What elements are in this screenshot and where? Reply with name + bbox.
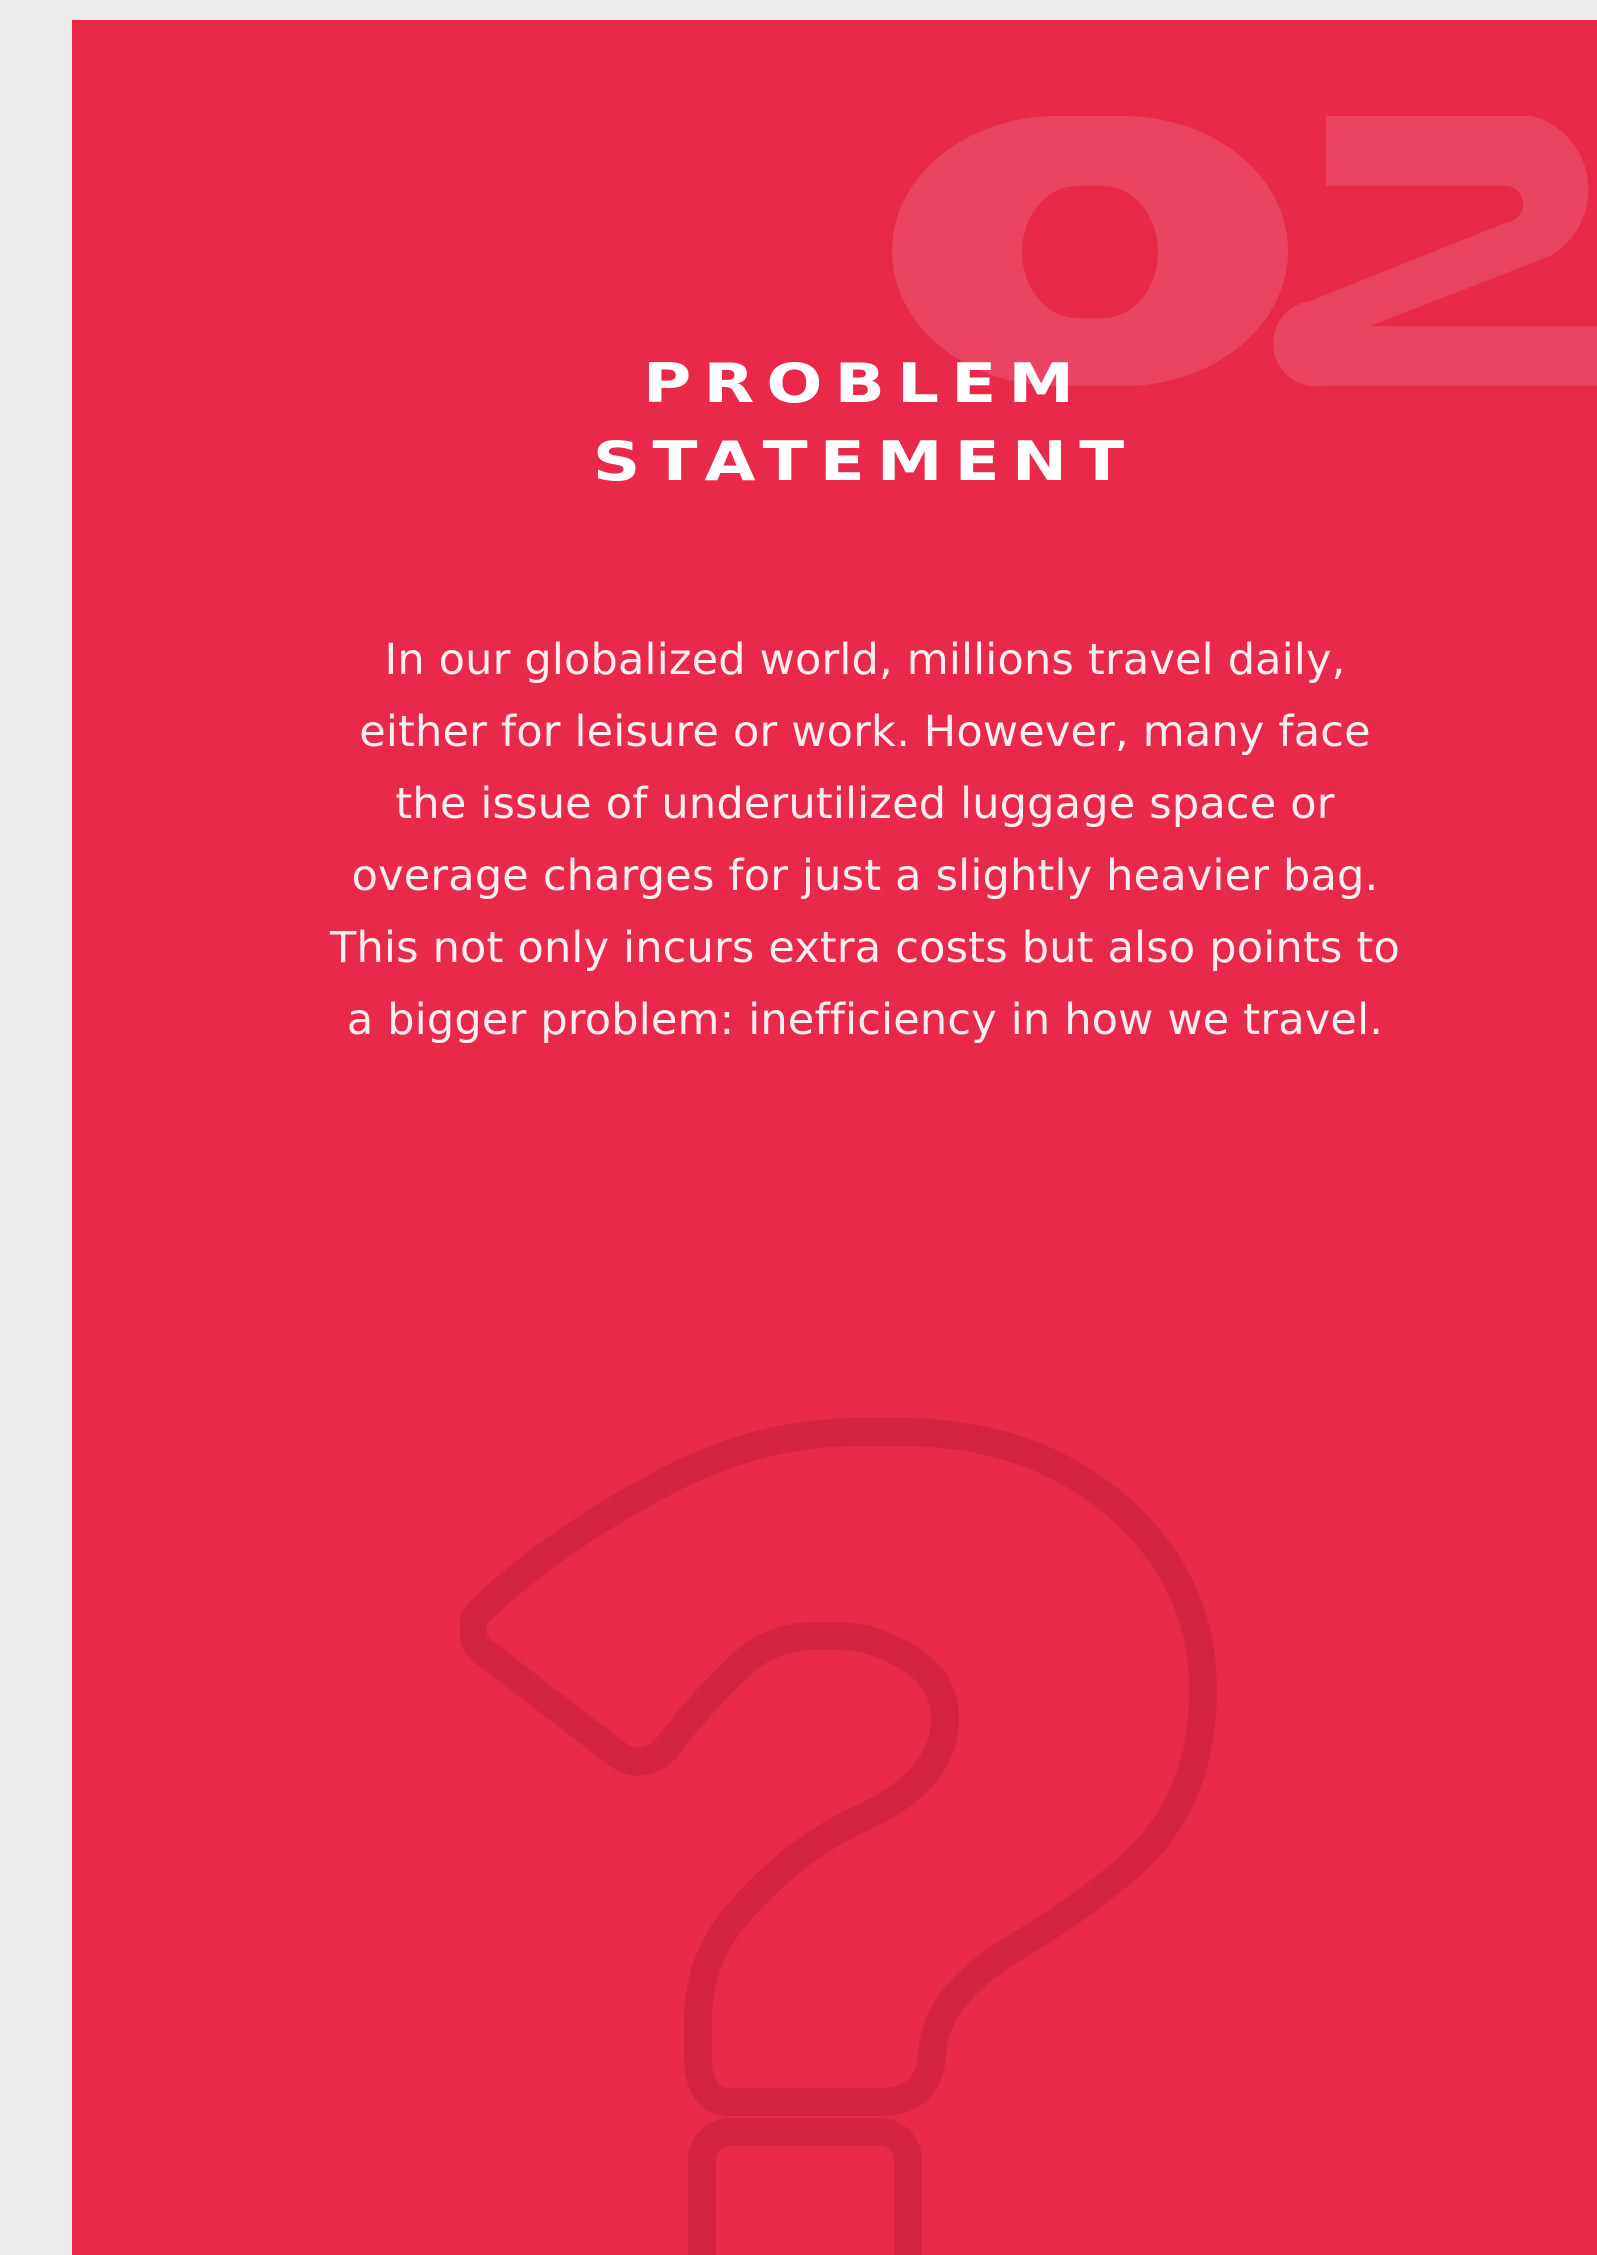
section-title-line-1: PROBLEM [643, 352, 1087, 415]
question-mark-icon [460, 1418, 1217, 2255]
problem-statement-paragraph: In our globalized world, millions travel… [330, 635, 1400, 1045]
section-title-line-2: STATEMENT [592, 430, 1137, 493]
section-title: PROBLEM STATEMENT [72, 345, 1597, 501]
problem-statement-section: 02 PROBLEM STATEMENT In our globalized w… [72, 20, 1597, 2255]
